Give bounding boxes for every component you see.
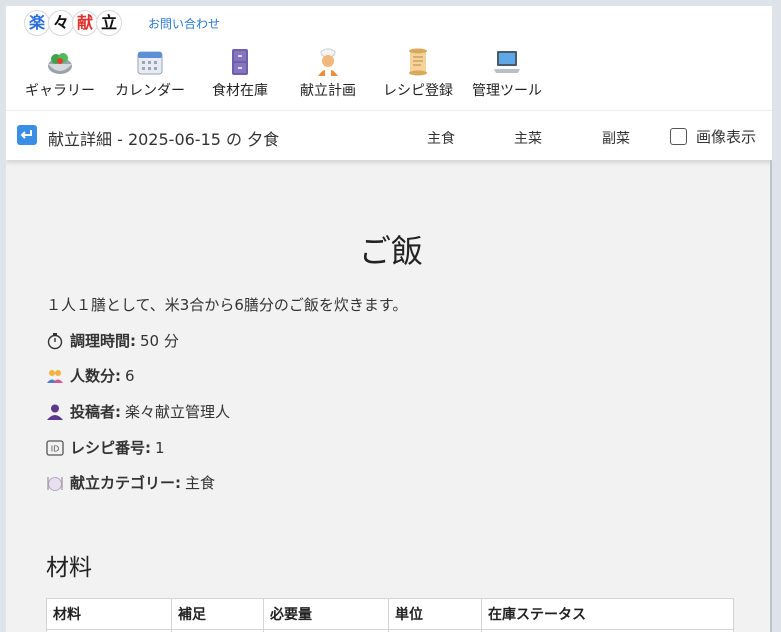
nav-label: レシピ登録	[383, 83, 453, 99]
logo-char: 献	[72, 10, 98, 36]
meta-value: 主食	[185, 474, 216, 492]
recipe-title: ご飯	[358, 232, 423, 270]
logo-char: 々	[48, 10, 74, 36]
meta-label: レシピ番号:	[70, 439, 151, 457]
recipe-description: １人１膳として、米3合から6膳分のご飯を炊きます。	[46, 296, 408, 314]
id-icon: ID	[46, 439, 64, 456]
ingredients-title: 材料	[46, 555, 92, 581]
file-cabinet-icon	[232, 49, 248, 75]
meta-author: 投稿者: 楽々献立管理人	[46, 401, 230, 422]
nav-label: ギャラリー	[25, 83, 95, 99]
meta-category: 献立カテゴリー: 主食	[46, 472, 215, 493]
stopwatch-icon	[47, 332, 63, 349]
nav-label: カレンダー	[115, 83, 185, 99]
salad-bowl-icon	[48, 53, 72, 74]
logo-char: 楽	[24, 10, 50, 36]
image-display-toggle[interactable]: 画像表示	[670, 126, 756, 146]
nav-item-gallery[interactable]: ギャラリー	[10, 48, 110, 100]
svg-text:ID: ID	[51, 444, 60, 453]
tab-main-dish[interactable]: 主菜	[514, 128, 542, 148]
scrollbar[interactable]	[770, 160, 772, 632]
ingredients-table: 材料 補足 必要量 単位 在庫ステータス	[46, 598, 734, 632]
app-frame: 楽 々 献 立 お問い合わせ ギャラリー カレンダー 食材在庫 献立計画 レシピ…	[6, 6, 772, 632]
logo-char: 立	[96, 10, 122, 36]
nav-item-recipe-register[interactable]: レシピ登録	[368, 48, 468, 100]
meta-label: 献立カテゴリー:	[70, 474, 181, 492]
column-header: 補足	[171, 598, 264, 630]
people-icon	[47, 369, 63, 383]
meta-value: 楽々献立管理人	[125, 403, 231, 421]
nav-item-calendar[interactable]: カレンダー	[100, 48, 200, 100]
meta-label: 人数分:	[70, 367, 121, 385]
nav-label: 献立計画	[300, 83, 356, 99]
back-arrow-icon[interactable]	[17, 125, 37, 145]
app-logo[interactable]: 楽 々 献 立	[24, 10, 122, 38]
image-display-checkbox[interactable]	[670, 127, 687, 145]
meta-value: 1	[155, 438, 165, 457]
meta-servings: 人数分: 6	[46, 365, 135, 386]
top-bar: 楽 々 献 立 お問い合わせ ギャラリー カレンダー 食材在庫 献立計画 レシピ…	[6, 6, 772, 110]
column-header: 必要量	[263, 598, 389, 630]
calendar-icon	[137, 51, 163, 75]
nav-label: 管理ツール	[472, 83, 542, 99]
person-icon	[47, 404, 63, 420]
meta-value: 6	[125, 366, 135, 385]
table-header-row: 材料 補足 必要量 単位 在庫ステータス	[46, 598, 734, 630]
meta-recipe-id: ID レシピ番号: 1	[46, 437, 165, 458]
image-display-label: 画像表示	[696, 127, 757, 146]
nav-item-admin[interactable]: 管理ツール	[457, 48, 557, 100]
laptop-icon	[494, 51, 520, 73]
plate-icon	[47, 476, 63, 491]
scroll-icon	[409, 48, 427, 76]
chef-icon	[318, 48, 338, 76]
meta-label: 調理時間:	[70, 332, 136, 350]
column-header: 在庫ステータス	[481, 598, 734, 630]
meta-cooking-time: 調理時間: 50 分	[46, 330, 179, 351]
sub-header: 献立詳細 - 2025-06-15 の 夕食 主食 主菜 副菜 画像表示	[6, 110, 772, 160]
column-header: 単位	[388, 598, 482, 630]
nav-item-plan[interactable]: 献立計画	[278, 48, 378, 100]
nav-item-stock[interactable]: 食材在庫	[190, 48, 290, 100]
column-header: 材料	[46, 598, 172, 630]
page-title: 献立詳細 - 2025-06-15 の 夕食	[48, 130, 280, 149]
tab-side-dish[interactable]: 副菜	[602, 128, 630, 148]
meta-label: 投稿者:	[70, 403, 121, 421]
contact-link[interactable]: お問い合わせ	[148, 15, 220, 32]
tab-staple[interactable]: 主食	[427, 128, 455, 148]
meta-value: 50 分	[140, 332, 179, 350]
nav-label: 食材在庫	[212, 83, 268, 99]
